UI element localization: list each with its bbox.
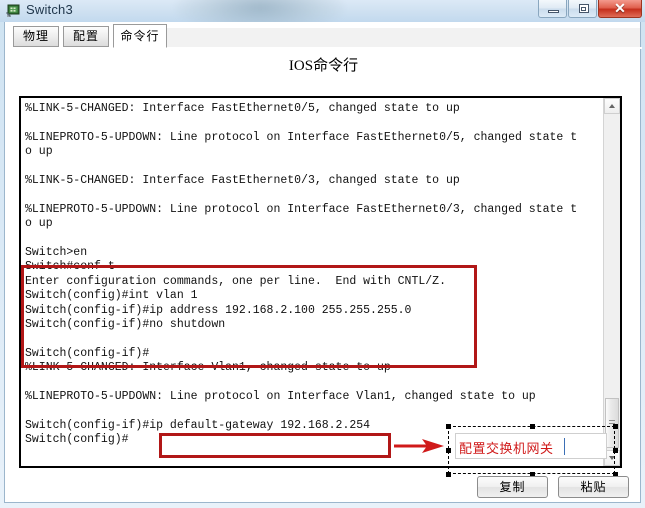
text-caret xyxy=(564,438,565,455)
minimize-icon xyxy=(548,10,559,13)
resize-handle-sw[interactable] xyxy=(446,472,451,477)
resize-handle-nw[interactable] xyxy=(446,424,451,429)
resize-handle-ne[interactable] xyxy=(613,424,618,429)
titlebar-glow xyxy=(175,0,345,22)
window-client-area: 物理 配置 命令行 IOS命令行 %LINK-5-CHANGED: Interf… xyxy=(4,22,642,503)
cli-terminal-output: %LINK-5-CHANGED: Interface FastEthernet0… xyxy=(25,102,578,447)
resize-handle-e[interactable] xyxy=(613,448,618,453)
tab-physical[interactable]: 物理 xyxy=(13,26,59,47)
window-title: Switch3 xyxy=(26,2,73,17)
tab-config[interactable]: 配置 xyxy=(63,26,109,47)
annotation-arrow-icon xyxy=(394,439,444,453)
paste-button[interactable]: 粘贴 xyxy=(558,476,629,498)
close-icon: ✕ xyxy=(614,0,626,16)
annotation-selection-box[interactable]: 配置交换机网关 xyxy=(446,424,618,477)
switch-device-icon xyxy=(6,4,20,17)
tab-strip-filler xyxy=(167,28,640,48)
resize-handle-n[interactable] xyxy=(530,424,535,429)
scroll-up-button[interactable] xyxy=(604,98,620,114)
window-title-bar[interactable]: Switch3 ✕ xyxy=(0,0,645,22)
annotation-text-field[interactable]: 配置交换机网关 xyxy=(455,433,607,459)
maximize-button[interactable] xyxy=(568,0,597,18)
caption-button-group: ✕ xyxy=(537,0,642,18)
copy-button[interactable]: 复制 xyxy=(477,476,548,498)
close-button[interactable]: ✕ xyxy=(598,0,642,18)
cli-terminal[interactable]: %LINK-5-CHANGED: Interface FastEthernet0… xyxy=(19,96,622,468)
minimize-button[interactable] xyxy=(538,0,567,18)
device-window: Switch3 ✕ 物理 配置 命令行 IOS命令行 %LINK-5-CHANG… xyxy=(0,0,645,508)
scroll-up-icon xyxy=(609,104,615,108)
maximize-icon-inner xyxy=(581,7,586,11)
terminal-scrollbar[interactable] xyxy=(603,98,620,466)
tab-strip: 物理 配置 命令行 xyxy=(5,24,642,49)
resize-handle-w[interactable] xyxy=(446,448,451,453)
tab-cli[interactable]: 命令行 xyxy=(113,24,167,48)
annotation-text: 配置交换机网关 xyxy=(459,441,554,456)
page-title: IOS命令行 xyxy=(288,58,359,74)
tab-strip-underline xyxy=(5,47,642,49)
